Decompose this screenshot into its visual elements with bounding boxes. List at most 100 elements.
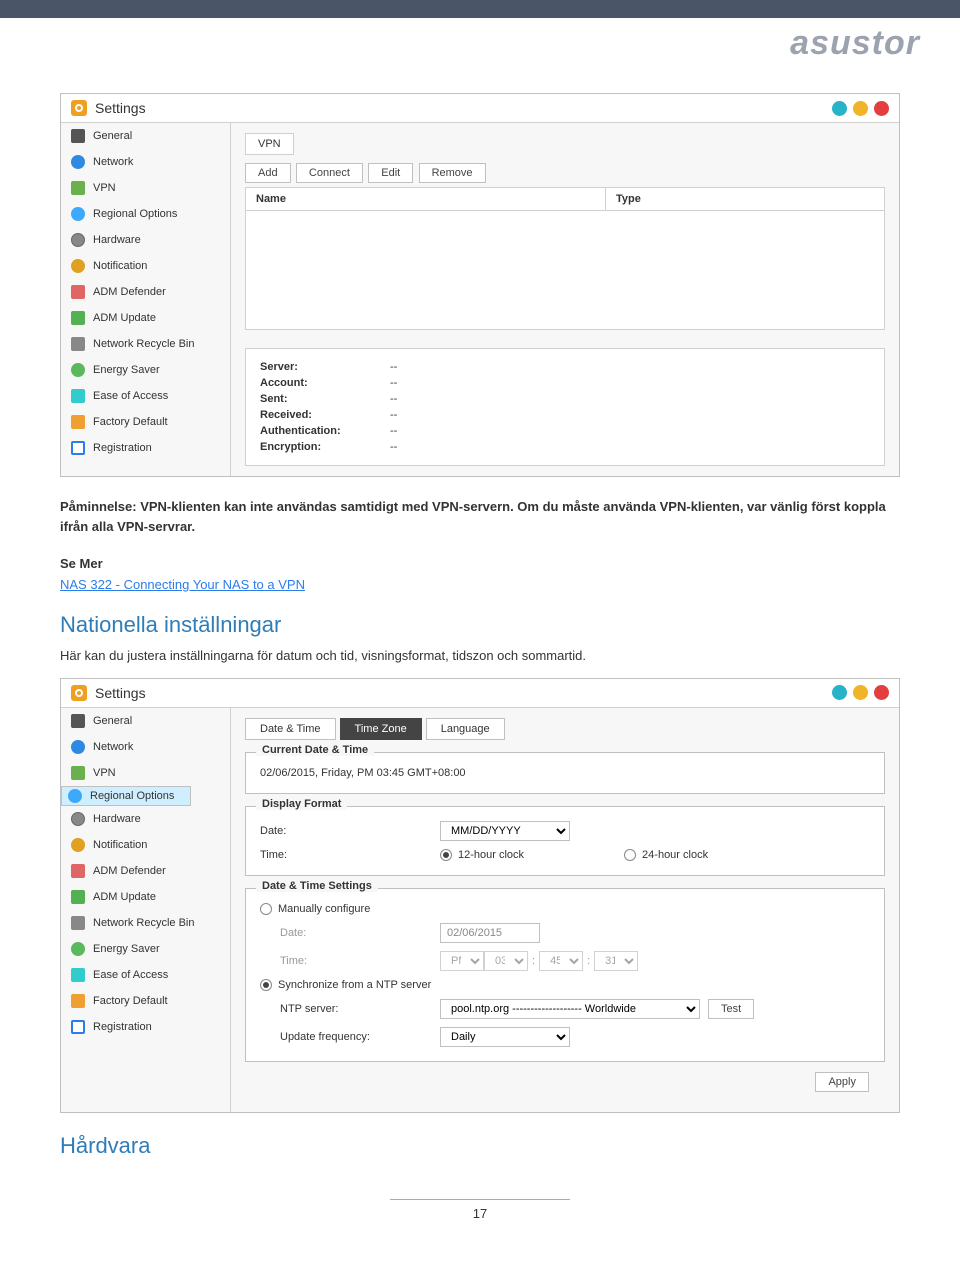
- radio-12h[interactable]: [440, 849, 452, 861]
- radio-24h[interactable]: [624, 849, 636, 861]
- label-24h: 24-hour clock: [642, 849, 708, 861]
- sidebar-item-registration[interactable]: Registration: [61, 435, 230, 461]
- sidebar-item-factory[interactable]: Factory Default: [61, 409, 230, 435]
- page-number: 17: [473, 1206, 487, 1221]
- remove-button[interactable]: Remove: [419, 163, 486, 183]
- fs-title: Current Date & Time: [256, 744, 374, 756]
- account-label: Account:: [260, 377, 390, 389]
- general-icon: [71, 714, 85, 728]
- connect-button[interactable]: Connect: [296, 163, 363, 183]
- update-icon: [71, 311, 85, 325]
- section-national-settings: Nationella inställningar: [60, 612, 900, 638]
- brand-logo: asustor: [790, 24, 920, 63]
- sidebar-item-label: Network: [93, 156, 133, 168]
- sidebar-item-label: General: [93, 130, 132, 142]
- tab-datetime[interactable]: Date & Time: [245, 718, 336, 740]
- date-format-select[interactable]: MM/DD/YYYY: [440, 821, 570, 841]
- sidebar-item-recycle[interactable]: Network Recycle Bin: [61, 910, 230, 936]
- defender-icon: [71, 864, 85, 878]
- top-accent-bar: [0, 0, 960, 18]
- network-icon: [71, 155, 85, 169]
- sidebar-item-recycle[interactable]: Network Recycle Bin: [61, 331, 230, 357]
- server-label: Server:: [260, 361, 390, 373]
- registration-icon: [71, 1020, 85, 1034]
- vpn-list-body[interactable]: [245, 210, 885, 330]
- regional-icon: [68, 789, 82, 803]
- page-footer: 17: [60, 1199, 900, 1221]
- manual-date-input[interactable]: [440, 923, 540, 943]
- sidebar-item-label: Factory Default: [93, 995, 168, 1007]
- help-button[interactable]: [832, 685, 847, 700]
- sidebar-item-label: Ease of Access: [93, 390, 168, 402]
- factory-icon: [71, 415, 85, 429]
- sidebar-item-registration[interactable]: Registration: [61, 1014, 230, 1040]
- sidebar-item-label: Hardware: [93, 234, 141, 246]
- sidebar-item-label: Notification: [93, 839, 147, 851]
- minute-select[interactable]: 45: [539, 951, 583, 971]
- sidebar-item-label: Ease of Access: [93, 969, 168, 981]
- hour-select[interactable]: 03: [484, 951, 528, 971]
- sidebar-item-vpn[interactable]: VPN: [61, 175, 230, 201]
- see-more-heading: Se Mer: [60, 556, 900, 571]
- sidebar-item-vpn[interactable]: VPN: [61, 760, 230, 786]
- sidebar-item-label: General: [93, 715, 132, 727]
- minimize-button[interactable]: [853, 101, 868, 116]
- nas322-link[interactable]: NAS 322 - Connecting Your NAS to a VPN: [60, 577, 305, 592]
- tab-language[interactable]: Language: [426, 718, 505, 740]
- second-select[interactable]: 31: [594, 951, 638, 971]
- sidebar-item-network[interactable]: Network: [61, 149, 230, 175]
- sidebar-item-label: Network Recycle Bin: [93, 338, 194, 350]
- tab-vpn[interactable]: VPN: [245, 133, 294, 155]
- sidebar-item-update[interactable]: ADM Update: [61, 884, 230, 910]
- sidebar-item-energy[interactable]: Energy Saver: [61, 936, 230, 962]
- update-freq-select[interactable]: Daily: [440, 1027, 570, 1047]
- sidebar-item-update[interactable]: ADM Update: [61, 305, 230, 331]
- sidebar-item-hardware[interactable]: Hardware: [61, 227, 230, 253]
- sidebar-item-notification[interactable]: Notification: [61, 832, 230, 858]
- sent-value: --: [390, 393, 397, 405]
- sidebar-item-label: ADM Defender: [93, 865, 166, 877]
- sidebar-item-general[interactable]: General: [61, 123, 230, 149]
- close-button[interactable]: [874, 101, 889, 116]
- sidebar-item-regional[interactable]: Regional Options: [61, 786, 191, 806]
- ease-icon: [71, 389, 85, 403]
- sidebar-item-general[interactable]: General: [61, 708, 230, 734]
- edit-button[interactable]: Edit: [368, 163, 413, 183]
- sidebar-item-label: Registration: [93, 442, 152, 454]
- settings-window-vpn: Settings General Network VPN Regional Op…: [60, 93, 900, 477]
- radio-ntp[interactable]: [260, 979, 272, 991]
- close-button[interactable]: [874, 685, 889, 700]
- sidebar-item-regional[interactable]: Regional Options: [61, 201, 230, 227]
- settings-sidebar: General Network VPN Regional Options Har…: [61, 708, 231, 1112]
- apply-button[interactable]: Apply: [815, 1072, 869, 1092]
- sidebar-item-network[interactable]: Network: [61, 734, 230, 760]
- defender-icon: [71, 285, 85, 299]
- test-button[interactable]: Test: [708, 999, 754, 1019]
- sidebar-item-label: Hardware: [93, 813, 141, 825]
- ampm-select[interactable]: PM: [440, 951, 484, 971]
- sidebar-item-label: Notification: [93, 260, 147, 272]
- tab-timezone[interactable]: Time Zone: [340, 718, 422, 740]
- radio-manual[interactable]: [260, 903, 272, 915]
- minimize-button[interactable]: [853, 685, 868, 700]
- ntp-server-select[interactable]: pool.ntp.org ------------------- Worldwi…: [440, 999, 700, 1019]
- section-hardware: Hårdvara: [60, 1133, 900, 1159]
- sidebar-item-label: Factory Default: [93, 416, 168, 428]
- sidebar-item-ease[interactable]: Ease of Access: [61, 383, 230, 409]
- sidebar-item-label: ADM Update: [93, 891, 156, 903]
- help-button[interactable]: [832, 101, 847, 116]
- add-button[interactable]: Add: [245, 163, 291, 183]
- sidebar-item-ease[interactable]: Ease of Access: [61, 962, 230, 988]
- fs-datetime-settings: Date & Time Settings Manually configure …: [245, 888, 885, 1062]
- sidebar-item-label: Network: [93, 741, 133, 753]
- sidebar-item-notification[interactable]: Notification: [61, 253, 230, 279]
- sidebar-item-factory[interactable]: Factory Default: [61, 988, 230, 1014]
- sidebar-item-hardware[interactable]: Hardware: [61, 806, 230, 832]
- received-label: Received:: [260, 409, 390, 421]
- sidebar-item-energy[interactable]: Energy Saver: [61, 357, 230, 383]
- sidebar-item-defender[interactable]: ADM Defender: [61, 279, 230, 305]
- national-settings-body: Här kan du justera inställningarna för d…: [60, 646, 900, 666]
- sidebar-item-defender[interactable]: ADM Defender: [61, 858, 230, 884]
- titlebar: Settings: [61, 94, 899, 123]
- sidebar-item-label: Network Recycle Bin: [93, 917, 194, 929]
